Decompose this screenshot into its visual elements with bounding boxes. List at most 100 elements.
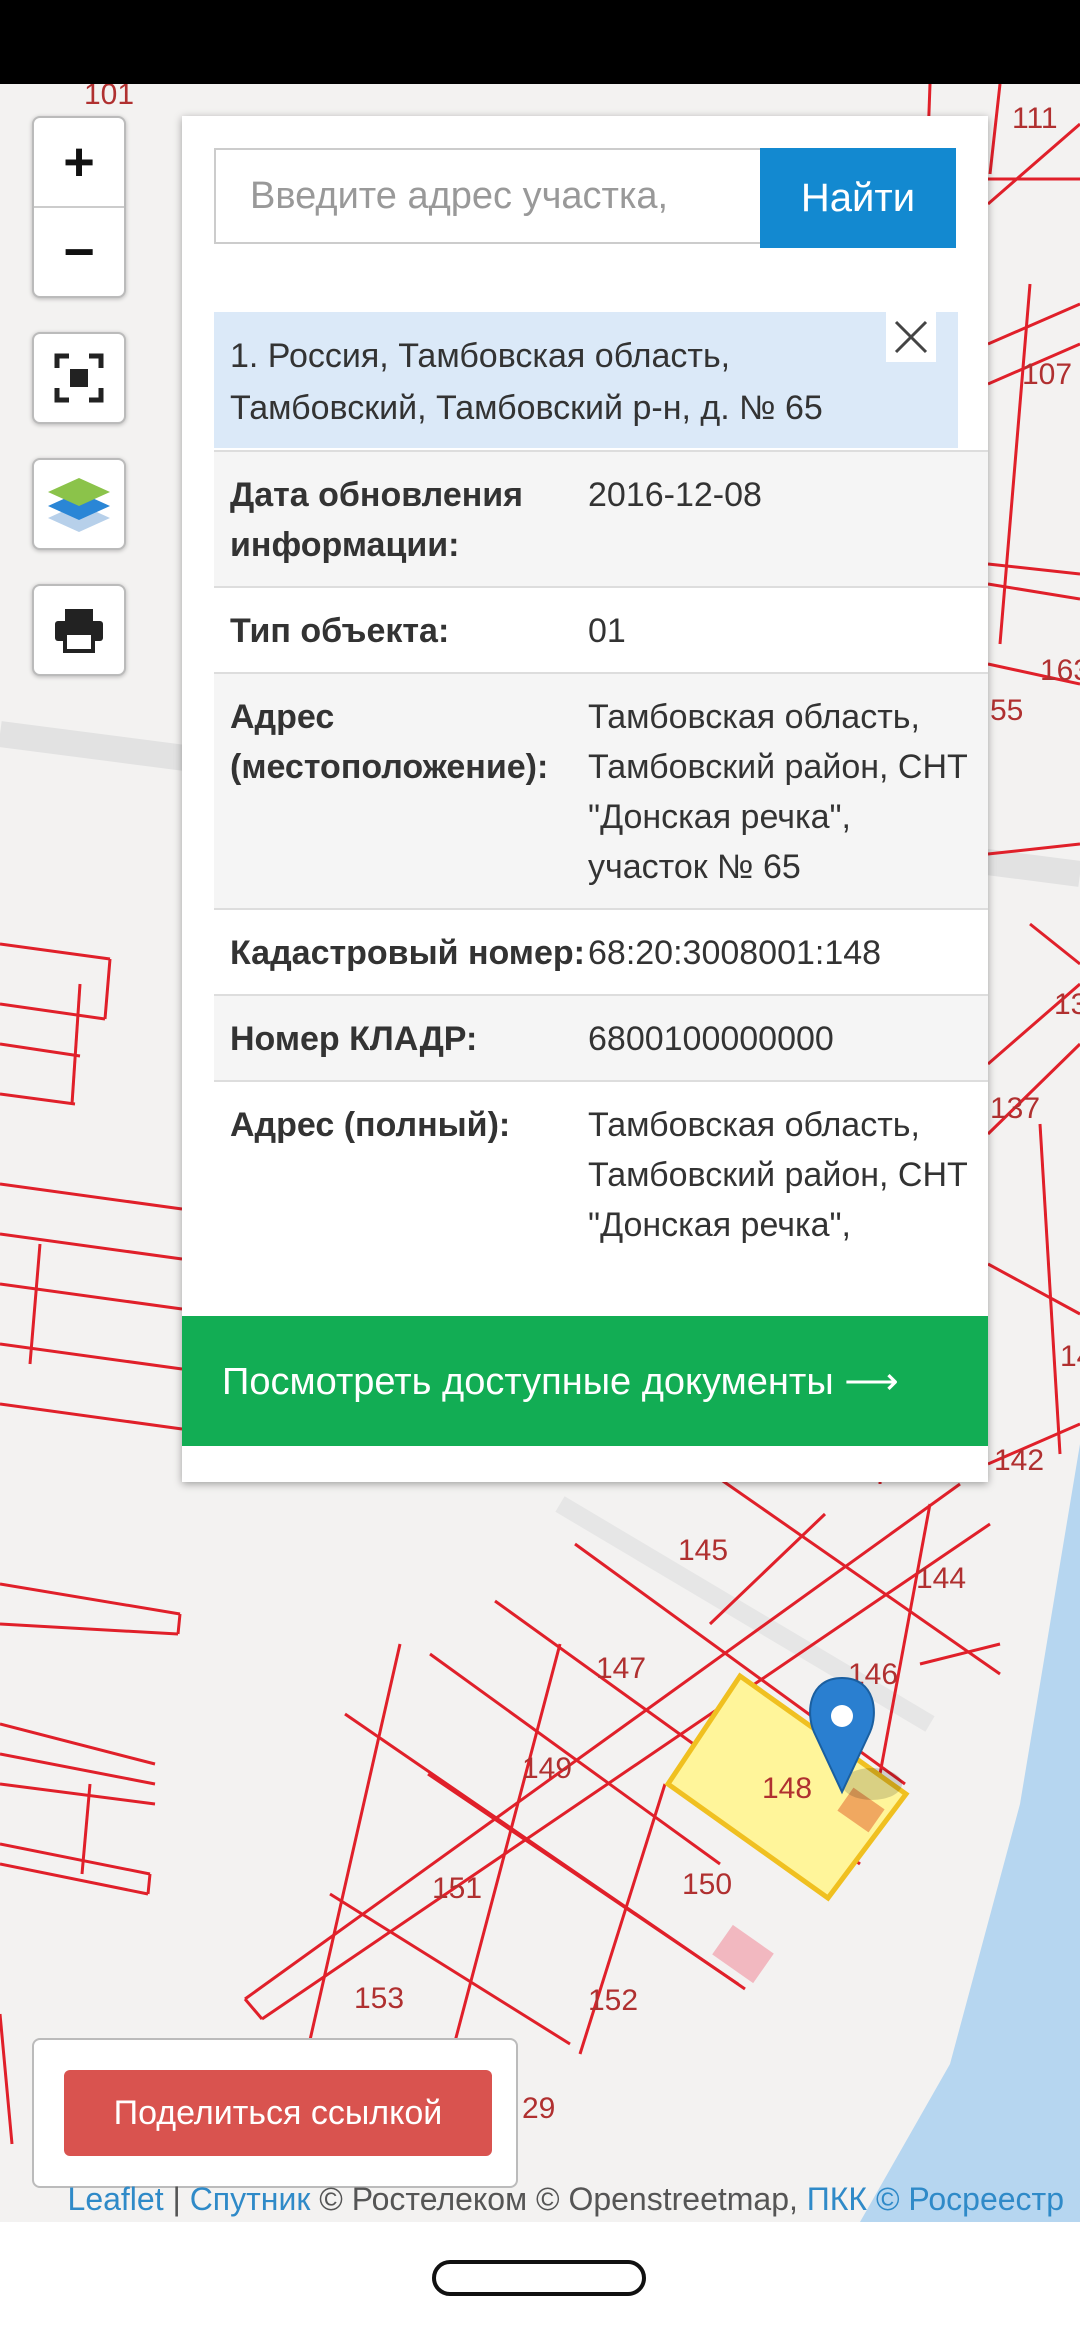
status-bar <box>0 0 1080 84</box>
detail-row-address: Адрес (местоположение): Тамбовская облас… <box>214 672 988 908</box>
parcel-line <box>1038 1123 1062 1455</box>
search-result-header[interactable]: 1. Россия, Тамбовская область, Тамбовски… <box>214 312 958 448</box>
parcel-label: 148 <box>762 1772 812 1805</box>
zoom-control: + − <box>32 116 126 298</box>
close-icon <box>894 320 928 354</box>
view-documents-button[interactable]: Посмотреть доступные документы ⟶ <box>182 1316 988 1446</box>
result-title: 1. Россия, Тамбовская область, Тамбовски… <box>230 337 823 427</box>
parcel-label: 101 <box>84 84 134 111</box>
parcel-label: 147 <box>596 1652 646 1685</box>
parcel-label: 144 <box>916 1562 966 1595</box>
detail-label: Кадастровый номер: <box>230 934 585 972</box>
detail-value: Тамбовская область, Тамбовский район, СН… <box>588 1106 968 1244</box>
detail-label: Адрес (местоположение): <box>230 698 549 786</box>
parcel-line <box>0 1092 76 1106</box>
address-search-input[interactable] <box>214 148 762 244</box>
parcel-details-table[interactable]: Дата обновления информации: 2016-12-08 Т… <box>214 450 988 1312</box>
parcel-line <box>987 1262 1080 1316</box>
parcel-line <box>298 1643 402 2085</box>
detail-value: 6800100000000 <box>588 1020 834 1058</box>
detail-label: Номер КЛАДР: <box>230 1020 478 1058</box>
close-result-button[interactable] <box>886 312 936 362</box>
fullscreen-icon <box>34 334 124 422</box>
parcel-label: 149 <box>522 1752 572 1785</box>
parcel-line <box>243 1998 264 2020</box>
parcel-label: 13 <box>1054 988 1080 1021</box>
detail-row-cadastral-number: Кадастровый номер: 68:20:3008001:148 <box>214 908 988 994</box>
parcel-line <box>0 1342 183 1371</box>
layers-button[interactable] <box>32 458 126 550</box>
attribution-text: © Ростелеком © Openstreetmap, <box>310 2181 807 2217</box>
system-nav-bar <box>0 2222 1080 2340</box>
parcel-line <box>329 1892 571 2046</box>
parcel-line <box>0 942 111 961</box>
parcel-line <box>987 122 1080 206</box>
parcel-line <box>0 1232 183 1261</box>
parcel-line <box>0 1182 183 1211</box>
parcel-label: 151 <box>432 1872 482 1905</box>
leaflet-link[interactable]: Leaflet <box>68 2181 164 2217</box>
parcel-line <box>176 1613 182 1635</box>
parcel-line <box>0 1402 183 1431</box>
parcel-line <box>0 1002 106 1021</box>
parcel-label: 142 <box>994 1444 1044 1477</box>
parcel-line <box>0 1042 81 1058</box>
home-gesture-pill[interactable] <box>432 2260 646 2296</box>
detail-label: Адрес (полный): <box>230 1106 511 1144</box>
detail-row-kladr: Номер КЛАДР: 6800100000000 <box>214 994 988 1080</box>
water-area <box>860 1444 1080 2222</box>
print-button[interactable] <box>32 584 126 676</box>
search-button[interactable]: Найти <box>760 148 956 248</box>
pkk-rosreestr-link[interactable]: ПКК © Росреестр <box>807 2181 1064 2217</box>
share-link-button[interactable]: Поделиться ссылкой <box>64 2070 492 2156</box>
parcel-line <box>708 1512 827 1626</box>
parcel-line <box>0 1582 181 1616</box>
detail-row-update-date: Дата обновления информации: 2016-12-08 <box>214 450 988 586</box>
parcel-line <box>1029 922 1080 966</box>
parcel-label: 137 <box>990 1092 1040 1125</box>
parcel-line <box>0 1622 179 1636</box>
detail-label: Дата обновления информации: <box>230 476 524 564</box>
parcel-label: 111 <box>1012 102 1058 135</box>
detail-label: Тип объекта: <box>230 612 450 650</box>
zoom-in-button[interactable]: + <box>34 118 124 206</box>
parcel-line <box>987 302 1080 346</box>
detail-value: 2016-12-08 <box>588 476 762 514</box>
parcel-line <box>988 84 1002 175</box>
detail-value: Тамбовская область, Тамбовский район, СН… <box>588 698 968 886</box>
parcel-label: 55 <box>990 694 1023 727</box>
fullscreen-button[interactable] <box>32 332 126 424</box>
detail-value: 68:20:3008001:148 <box>588 934 882 972</box>
parcel-line <box>0 2013 14 2145</box>
parcel-label: 150 <box>682 1868 732 1901</box>
parcel-label: 163 <box>1040 654 1080 687</box>
parcel-line <box>987 582 1080 601</box>
printer-icon <box>34 586 124 674</box>
detail-value: 01 <box>588 612 626 650</box>
parcel-line <box>987 842 1080 856</box>
parcel-line <box>28 1243 42 1365</box>
parcel-label: 14 <box>1060 1340 1080 1373</box>
share-control: Поделиться ссылкой <box>32 2038 518 2188</box>
parcel-line <box>70 983 82 1105</box>
attribution-separator: | <box>163 2181 190 2217</box>
detail-row-full-address: Адрес (полный): Тамбовская область, Тамб… <box>214 1080 988 1266</box>
parcel-label: 107 <box>1022 358 1072 391</box>
map-attribution: Leaflet | Спутник © Ростелеком © Openstr… <box>0 2176 1080 2222</box>
sputnik-link[interactable]: Спутник <box>190 2181 311 2217</box>
parcel-line <box>103 958 112 1020</box>
parcel-line <box>0 1282 183 1311</box>
parcel-line <box>878 1503 932 1775</box>
zoom-out-button[interactable]: − <box>34 208 124 296</box>
parcel-label: 153 <box>354 1982 404 2015</box>
parcel-line <box>429 1652 721 1866</box>
layers-icon <box>34 460 124 548</box>
parcel-line <box>0 1782 156 1806</box>
parcel-label: 145 <box>678 1534 728 1567</box>
parcel-label: 29 <box>522 2092 555 2125</box>
parcel-line <box>146 1873 152 1895</box>
parcel-label: 152 <box>588 1984 638 2017</box>
detail-row-object-type: Тип объекта: 01 <box>214 586 988 672</box>
parcel-info-panel: Найти 1. Россия, Тамбовская область, Там… <box>182 116 988 1482</box>
parcel-line <box>987 562 1080 576</box>
